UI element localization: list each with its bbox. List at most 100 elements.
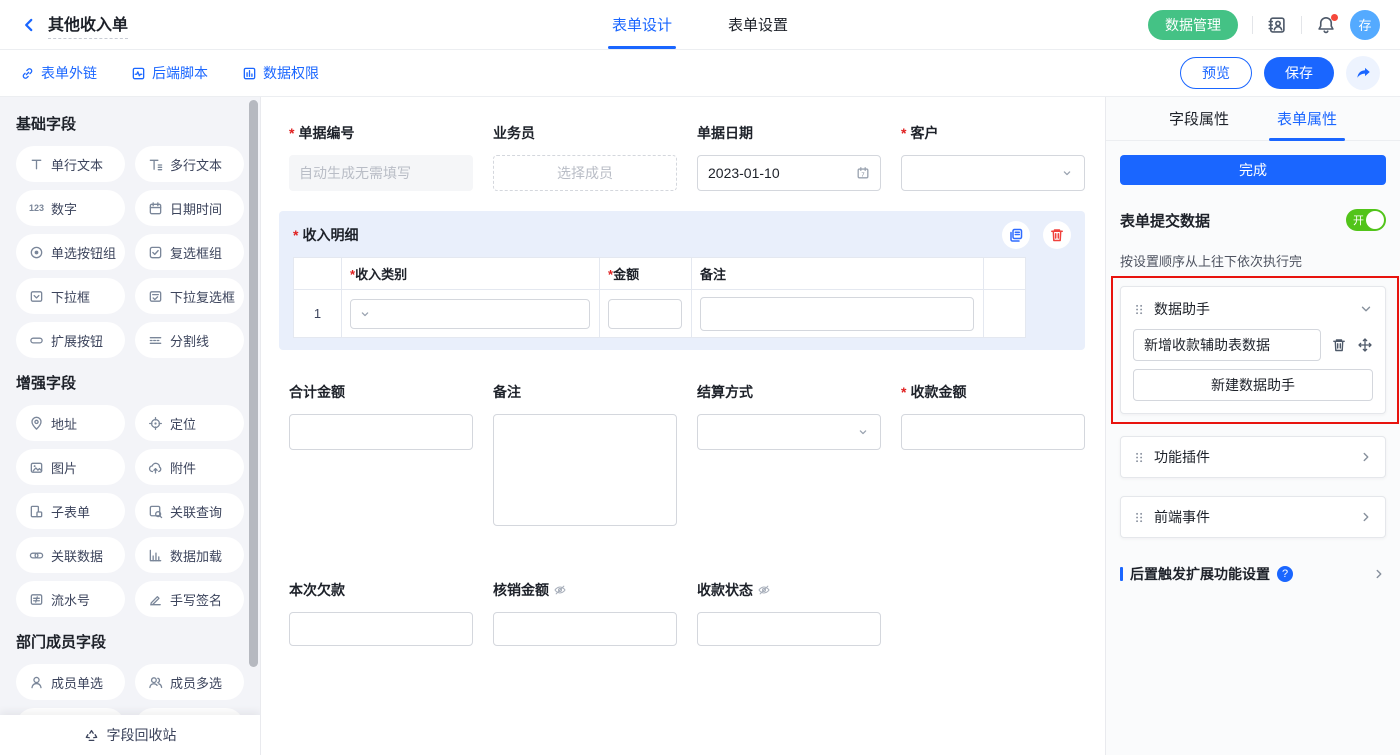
field-salesman[interactable]: 业务员 选择成员: [493, 123, 677, 191]
dropdown-multi-icon: [148, 289, 163, 304]
field-settlement[interactable]: 结算方式: [697, 382, 881, 450]
customer-select[interactable]: [901, 155, 1085, 191]
total-amount-input[interactable]: [289, 414, 473, 450]
settlement-select[interactable]: [697, 414, 881, 450]
field-multi-select[interactable]: 下拉复选框: [135, 278, 244, 314]
sidebar-scrollbar[interactable]: [249, 100, 258, 667]
share-button[interactable]: [1346, 56, 1380, 90]
tab-form-settings[interactable]: 表单设置: [728, 0, 788, 49]
income-type-select[interactable]: [350, 299, 590, 329]
field-serial-number[interactable]: 流水号: [16, 581, 125, 617]
field-extend-button[interactable]: 扩展按钮: [16, 322, 125, 358]
field-member-multi[interactable]: 成员多选: [135, 664, 244, 700]
crosshair-icon: [148, 416, 163, 431]
field-doc-no[interactable]: *单据编号 自动生成无需填写: [289, 123, 473, 191]
field-current-debt[interactable]: 本次欠款: [289, 580, 473, 646]
current-debt-input[interactable]: [289, 612, 473, 646]
remark-cell-input[interactable]: [700, 297, 974, 331]
field-related-data[interactable]: 关联数据: [16, 537, 125, 573]
receipt-status-input[interactable]: [697, 612, 881, 646]
submit-data-toggle[interactable]: 开: [1346, 209, 1386, 231]
move-assistant-icon[interactable]: [1357, 337, 1373, 353]
amount-input[interactable]: [608, 299, 682, 329]
field-customer[interactable]: *客户: [901, 123, 1085, 191]
data-manage-button[interactable]: 数据管理: [1148, 10, 1238, 40]
cloud-upload-icon: [148, 460, 163, 475]
field-datetime[interactable]: 日期时间: [135, 190, 244, 226]
chevron-right-icon: [1372, 567, 1386, 581]
execution-order-hint: 按设置顺序从上往下依次执行完: [1120, 251, 1386, 270]
subtable-delete-button[interactable]: [1043, 221, 1071, 249]
field-divider[interactable]: 分割线: [135, 322, 244, 358]
subtable-income-detail[interactable]: *收入明细 *收入类别 *金额: [279, 211, 1085, 350]
button-icon: [29, 333, 44, 348]
received-amount-input[interactable]: [901, 414, 1085, 450]
field-single-line-text[interactable]: 单行文本: [16, 146, 125, 182]
done-button[interactable]: 完成: [1120, 155, 1386, 185]
copy-icon: [1008, 227, 1024, 243]
field-receipt-status[interactable]: 收款状态: [697, 580, 881, 646]
backend-script-link[interactable]: 后端脚本: [131, 63, 208, 83]
tab-form-design[interactable]: 表单设计: [612, 0, 672, 49]
field-signature[interactable]: 手写签名: [135, 581, 244, 617]
page-title: 其他收入单: [48, 11, 128, 39]
drag-handle-icon: [1133, 511, 1146, 524]
field-member-single[interactable]: 成员单选: [16, 664, 125, 700]
back-icon[interactable]: [20, 16, 38, 34]
frontend-event-section[interactable]: 前端事件: [1120, 496, 1386, 538]
data-permission-link[interactable]: 数据权限: [242, 63, 319, 83]
dropdown-icon: [29, 289, 44, 304]
field-related-query[interactable]: 关联查询: [135, 493, 244, 529]
field-subform[interactable]: 子表单: [16, 493, 125, 529]
form-external-link[interactable]: 表单外链: [20, 63, 97, 83]
field-radio-group[interactable]: 单选按钮组: [16, 234, 125, 270]
notification-bell-icon[interactable]: [1316, 15, 1336, 35]
field-number[interactable]: 123 数字: [16, 190, 125, 226]
remark-textarea[interactable]: [493, 414, 677, 526]
data-assistant-item[interactable]: 新增收款辅助表数据: [1133, 329, 1321, 361]
subtable-copy-button[interactable]: [1002, 221, 1030, 249]
field-received-amount[interactable]: *收款金额: [901, 382, 1085, 450]
accent-bar: [1120, 567, 1123, 581]
field-recycle-bin[interactable]: 字段回收站: [0, 715, 260, 755]
writeoff-amount-input[interactable]: [493, 612, 677, 646]
tab-field-properties[interactable]: 字段属性: [1169, 97, 1229, 141]
save-button[interactable]: 保存: [1264, 57, 1334, 89]
new-data-assistant-button[interactable]: 新建数据助手: [1133, 369, 1373, 401]
field-doc-date[interactable]: 单据日期 2023-01-10 7: [697, 123, 881, 191]
share-arrow-icon: [1354, 64, 1372, 82]
preview-button[interactable]: 预览: [1180, 57, 1252, 89]
field-address[interactable]: 地址: [16, 405, 125, 441]
field-remark[interactable]: 备注: [493, 382, 677, 526]
field-image[interactable]: 图片: [16, 449, 125, 485]
checkbox-icon: [148, 245, 163, 260]
field-data-load[interactable]: 数据加载: [135, 537, 244, 573]
field-total-amount[interactable]: 合计金额: [289, 382, 473, 450]
plugin-section[interactable]: 功能插件: [1120, 436, 1386, 478]
avatar[interactable]: 存: [1350, 10, 1380, 40]
chevron-down-icon: [1359, 302, 1373, 316]
field-attachment[interactable]: 附件: [135, 449, 244, 485]
field-location[interactable]: 定位: [135, 405, 244, 441]
contacts-icon[interactable]: [1267, 15, 1287, 35]
section-title-member: 部门成员字段: [16, 631, 244, 652]
delete-assistant-icon[interactable]: [1331, 337, 1347, 353]
post-trigger-section[interactable]: 后置触发扩展功能设置 ?: [1120, 564, 1386, 584]
col-header-remark: 备注: [692, 258, 984, 290]
drag-handle-icon: [1133, 451, 1146, 464]
field-multi-line-text[interactable]: 多行文本: [135, 146, 244, 182]
salesman-picker[interactable]: 选择成员: [493, 155, 677, 191]
help-icon[interactable]: ?: [1277, 566, 1293, 582]
tab-form-properties[interactable]: 表单属性: [1277, 97, 1337, 141]
drag-handle-icon: [1133, 303, 1146, 316]
field-checkbox-group[interactable]: 复选框组: [135, 234, 244, 270]
data-assistant-section: 数据助手 新增收款辅助表数据 新建数据助手: [1120, 286, 1386, 414]
field-select[interactable]: 下拉框: [16, 278, 125, 314]
data-assistant-header[interactable]: 数据助手: [1133, 299, 1373, 319]
field-writeoff-amount[interactable]: 核销金额: [493, 580, 677, 646]
date-input[interactable]: 2023-01-10 7: [697, 155, 881, 191]
doc-no-input[interactable]: 自动生成无需填写: [289, 155, 473, 191]
col-header-amount: *金额: [600, 258, 692, 290]
col-header-extra: [984, 258, 1026, 290]
eye-off-icon: [757, 583, 771, 597]
